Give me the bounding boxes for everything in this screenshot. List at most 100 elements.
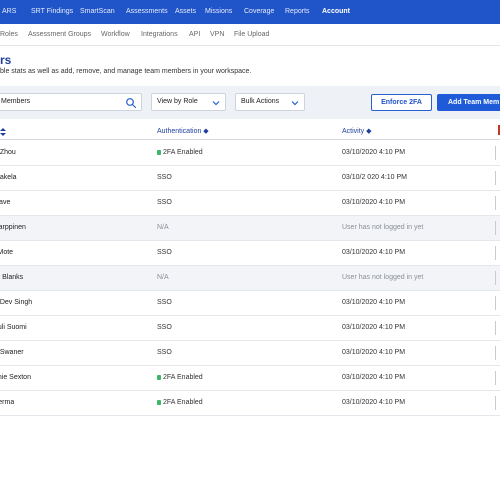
add-team-member-button[interactable]: Add Team Mem [437, 94, 500, 111]
member-name[interactable]: Dave [0, 199, 10, 206]
authentication-value: SSO [157, 249, 172, 256]
authentication-value: N/A [157, 274, 169, 281]
table-row[interactable]: l Mote SSO 03/10/2020 4:10 PM [0, 241, 500, 266]
table-row[interactable]: nuli Suomi SSO 03/10/2020 4:10 PM [0, 316, 500, 341]
subnav-item-roles[interactable]: Roles [0, 31, 18, 38]
table-row[interactable]: g Zhou 2FA Enabled 03/10/2020 4:10 PM [0, 141, 500, 166]
search-input[interactable]: Members [0, 93, 142, 111]
activity-value: 03/10/2020 4:10 PM [342, 249, 406, 256]
authentication-value: SSO [157, 349, 172, 356]
subnav-item-vpn[interactable]: VPN [210, 31, 224, 38]
sort-icon[interactable] [0, 128, 6, 136]
column-header-activity[interactable]: Activity ◆ [342, 127, 372, 135]
lock-icon [157, 375, 161, 380]
authentication-cell: N/A [157, 224, 169, 231]
nav-item-reports[interactable]: Reports [285, 8, 310, 15]
member-name[interactable]: er Blanks [0, 274, 23, 281]
activity-value: 03/10/2020 4:10 PM [342, 149, 406, 156]
column-header-authentication[interactable]: Authentication ◆ [157, 127, 209, 135]
member-name[interactable]: Makela [0, 174, 17, 181]
subnav-item-integrations[interactable]: Integrations [141, 31, 178, 38]
lock-icon [157, 400, 161, 405]
authentication-cell: 2FA Enabled [157, 399, 203, 406]
row-divider [495, 196, 496, 210]
activity-value: User has not logged in yet [342, 224, 424, 231]
sub-nav: Roles Assessment Groups Workflow Integra… [0, 24, 500, 46]
page-title: rs [0, 53, 12, 67]
nav-item-assets[interactable]: Assets [175, 8, 196, 15]
row-divider [495, 246, 496, 260]
table-row[interactable]: Verma 2FA Enabled 03/10/2020 4:10 PM [0, 391, 500, 416]
activity-value: 03/10/2020 4:10 PM [342, 199, 406, 206]
row-divider [495, 171, 496, 185]
authentication-cell: SSO [157, 324, 172, 331]
authentication-value: 2FA Enabled [163, 374, 203, 381]
row-divider [495, 396, 496, 410]
chevron-down-icon [212, 101, 220, 106]
authentication-cell: 2FA Enabled [157, 149, 203, 156]
view-by-role-label: View by Role [157, 98, 198, 105]
table-row[interactable]: Dave SSO 03/10/2020 4:10 PM [0, 191, 500, 216]
table-row[interactable]: h Dev Singh SSO 03/10/2020 4:10 PM [0, 291, 500, 316]
nav-item-missions[interactable]: Missions [205, 8, 232, 15]
authentication-value: SSO [157, 174, 172, 181]
subnav-item-api[interactable]: API [189, 31, 200, 38]
activity-value: 03/10/2020 4:10 PM [342, 324, 406, 331]
lock-icon [157, 150, 161, 155]
table-row[interactable]: Makela SSO 03/10/2 020 4:10 PM [0, 166, 500, 191]
member-name[interactable]: nuli Suomi [0, 324, 27, 331]
row-divider [495, 346, 496, 360]
authentication-value: SSO [157, 324, 172, 331]
row-divider [495, 296, 496, 310]
activity-value: 03/10/2 020 4:10 PM [342, 174, 407, 181]
page-description: ble stats as well as add, remove, and ma… [0, 68, 252, 75]
activity-value: 03/10/2020 4:10 PM [342, 374, 406, 381]
member-name[interactable]: g Zhou [0, 149, 16, 156]
authentication-cell: 2FA Enabled [157, 374, 203, 381]
authentication-cell: SSO [157, 249, 172, 256]
nav-item-ars[interactable]: ARS [2, 8, 16, 15]
subnav-item-file-upload[interactable]: File Upload [234, 31, 269, 38]
member-name[interactable]: l Mote [0, 249, 13, 256]
authentication-cell: SSO [157, 199, 172, 206]
top-nav: ARS SRT Findings SmartScan Assessments A… [0, 0, 500, 24]
authentication-value: 2FA Enabled [163, 149, 203, 156]
nav-item-account[interactable]: Account [322, 8, 350, 15]
row-divider [495, 146, 496, 160]
table-row[interactable]: anie Sexton 2FA Enabled 03/10/2020 4:10 PM [0, 366, 500, 391]
authentication-value: SSO [157, 299, 172, 306]
nav-item-coverage[interactable]: Coverage [244, 8, 274, 15]
view-by-role-select[interactable]: View by Role [151, 93, 226, 111]
authentication-value: N/A [157, 224, 169, 231]
chevron-down-icon [291, 101, 299, 106]
table-row[interactable]: Karppinen N/A User has not logged in yet [0, 216, 500, 241]
nav-item-assessments[interactable]: Assessments [126, 8, 168, 15]
authentication-cell: SSO [157, 349, 172, 356]
row-divider [495, 321, 496, 335]
activity-value: 03/10/2020 4:10 PM [342, 349, 406, 356]
member-name[interactable]: h Dev Singh [0, 299, 32, 306]
search-icon[interactable] [125, 97, 137, 109]
member-name[interactable]: Karppinen [0, 224, 26, 231]
table-row[interactable]: a Swaner SSO 03/10/2020 4:10 PM [0, 341, 500, 366]
activity-value: 03/10/2020 4:10 PM [342, 399, 406, 406]
toolbar: Members View by Role Bulk Actions Enforc… [0, 86, 500, 119]
member-name[interactable]: anie Sexton [0, 374, 31, 381]
subnav-item-assessment-groups[interactable]: Assessment Groups [28, 31, 91, 38]
row-divider [495, 371, 496, 385]
member-name[interactable]: Verma [0, 399, 14, 406]
subnav-item-workflow[interactable]: Workflow [101, 31, 130, 38]
bulk-actions-label: Bulk Actions [241, 98, 280, 105]
nav-item-smartscan[interactable]: SmartScan [80, 8, 115, 15]
enforce-2fa-button[interactable]: Enforce 2FA [371, 94, 432, 111]
row-divider [495, 221, 496, 235]
search-input-value: Members [1, 98, 31, 105]
row-divider [495, 271, 496, 285]
nav-item-srt-findings[interactable]: SRT Findings [31, 8, 73, 15]
activity-value: User has not logged in yet [342, 274, 424, 281]
table-header: Authentication ◆ Activity ◆ [0, 123, 500, 140]
member-name[interactable]: a Swaner [0, 349, 24, 356]
authentication-value: 2FA Enabled [163, 399, 203, 406]
bulk-actions-select[interactable]: Bulk Actions [235, 93, 305, 111]
table-row[interactable]: er Blanks N/A User has not logged in yet [0, 266, 500, 291]
